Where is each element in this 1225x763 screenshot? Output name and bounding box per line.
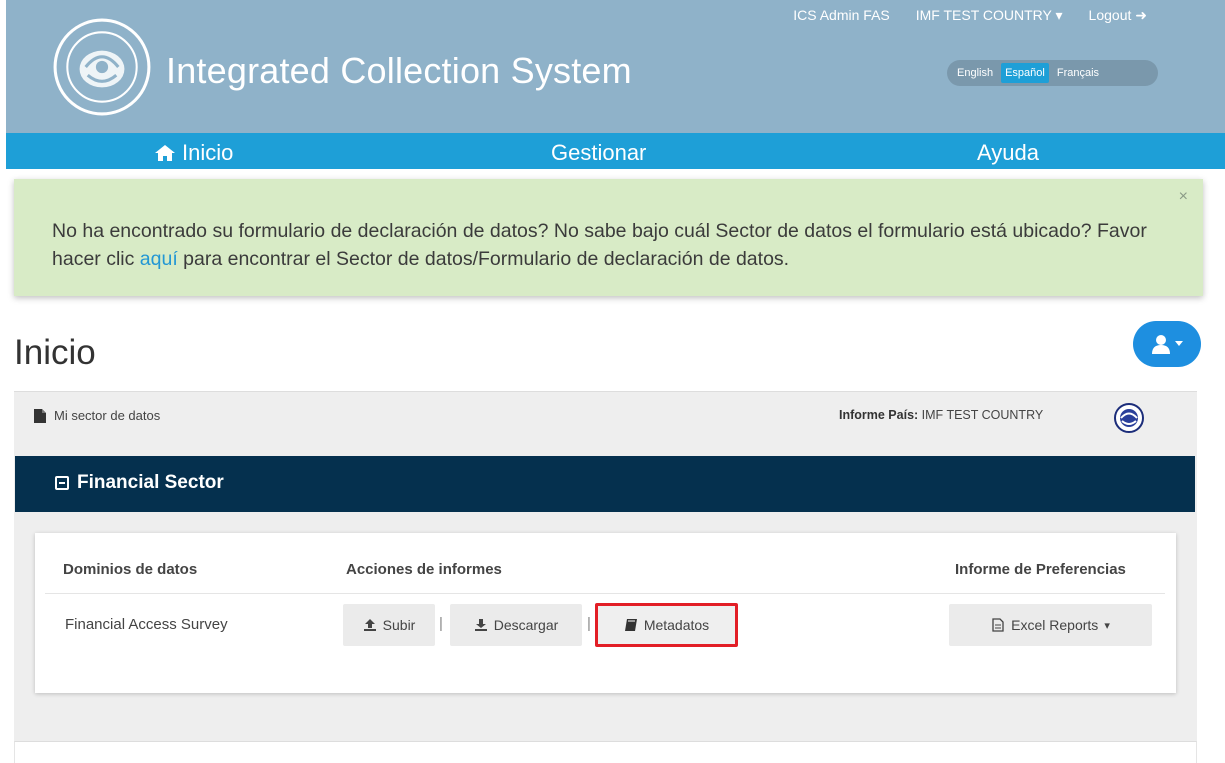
sector-card: Dominios de datos Acciones de informes I… (35, 533, 1176, 693)
alert-message: No ha encontrado su formulario de declar… (52, 217, 1162, 273)
panel-header: Mi sector de datos Informe País: IMF TES… (14, 392, 1197, 442)
panel-footer (14, 741, 1197, 763)
alert-here-link[interactable]: aquí (140, 248, 178, 270)
caret-down-icon: ▾ (1055, 7, 1063, 23)
user-menu-button[interactable] (1133, 321, 1201, 367)
chevron-down-icon (1175, 341, 1183, 346)
nav-inicio[interactable]: Inicio (154, 140, 233, 166)
report-country-label: Informe País: (839, 408, 919, 422)
imf-logo (53, 18, 151, 116)
lang-english[interactable]: English (953, 63, 997, 83)
excel-reports-label: Excel Reports (1011, 617, 1099, 633)
collapse-icon (55, 476, 69, 490)
separator: | (587, 615, 591, 632)
file-icon (34, 408, 46, 423)
upload-button[interactable]: Subir (343, 604, 435, 646)
upload-icon (363, 619, 376, 631)
excel-reports-dropdown[interactable]: Excel Reports ▾ (949, 604, 1152, 646)
report-country-value: IMF TEST COUNTRY (921, 408, 1044, 422)
app-header: Integrated Collection System ICS Admin F… (6, 0, 1225, 133)
top-user-bar: ICS Admin FAS IMF TEST COUNTRY ▾ Logout … (793, 7, 1147, 24)
column-header-actions: Acciones de informes (346, 561, 502, 578)
sector-bar[interactable]: Financial Sector (15, 456, 1195, 512)
page-title: Inicio (14, 333, 96, 372)
imf-seal-icon (1114, 403, 1144, 433)
user-icon (1152, 335, 1170, 354)
my-sector-text: Mi sector de datos (54, 408, 161, 423)
report-country: Informe País: IMF TEST COUNTRY (839, 408, 1043, 422)
country-label: IMF TEST COUNTRY (915, 7, 1052, 23)
download-label: Descargar (493, 617, 559, 633)
close-icon[interactable]: × (1179, 188, 1188, 206)
sector-panel: Mi sector de datos Informe País: IMF TES… (14, 391, 1197, 741)
lang-espanol[interactable]: Español (1001, 63, 1049, 83)
book-icon (624, 619, 637, 631)
upload-label: Subir (382, 617, 416, 633)
sector-title-text: Financial Sector (77, 472, 224, 493)
country-dropdown[interactable]: IMF TEST COUNTRY ▾ (916, 7, 1063, 24)
nav-ayuda-label: Ayuda (977, 140, 1039, 165)
separator: | (439, 615, 443, 632)
app-title: Integrated Collection System (166, 50, 632, 91)
metadata-button[interactable]: Metadatos (595, 603, 738, 647)
logout-link[interactable]: Logout ➜ (1089, 7, 1147, 24)
sector-title: Financial Sector (55, 472, 224, 494)
lang-francais[interactable]: Français (1053, 63, 1103, 83)
download-button[interactable]: Descargar (450, 604, 582, 646)
nav-ayuda[interactable]: Ayuda (977, 140, 1039, 166)
language-switcher: English Español Français (947, 60, 1158, 86)
header-divider (45, 593, 1165, 594)
alert-text-after: para encontrar el Sector de datos/Formul… (177, 248, 790, 270)
nav-gestionar-label: Gestionar (551, 140, 647, 165)
home-icon (155, 145, 175, 161)
caret-down-icon: ▾ (1104, 619, 1110, 632)
my-sector-label: Mi sector de datos (34, 408, 160, 423)
column-header-preferences: Informe de Preferencias (955, 561, 1126, 578)
logout-icon: ➜ (1135, 7, 1147, 23)
main-nav: Inicio Gestionar Ayuda (6, 133, 1225, 169)
file-text-icon (992, 618, 1004, 632)
info-alert: No ha encontrado su formulario de declar… (14, 179, 1203, 296)
nav-inicio-label: Inicio (182, 140, 234, 165)
nav-gestionar[interactable]: Gestionar (551, 140, 646, 166)
metadata-label: Metadatos (643, 617, 710, 633)
logout-label: Logout (1088, 7, 1132, 23)
column-header-domains: Dominios de datos (63, 561, 198, 578)
download-icon (474, 619, 487, 631)
user-name-link[interactable]: ICS Admin FAS (793, 7, 889, 24)
domain-name: Financial Access Survey (65, 616, 228, 633)
